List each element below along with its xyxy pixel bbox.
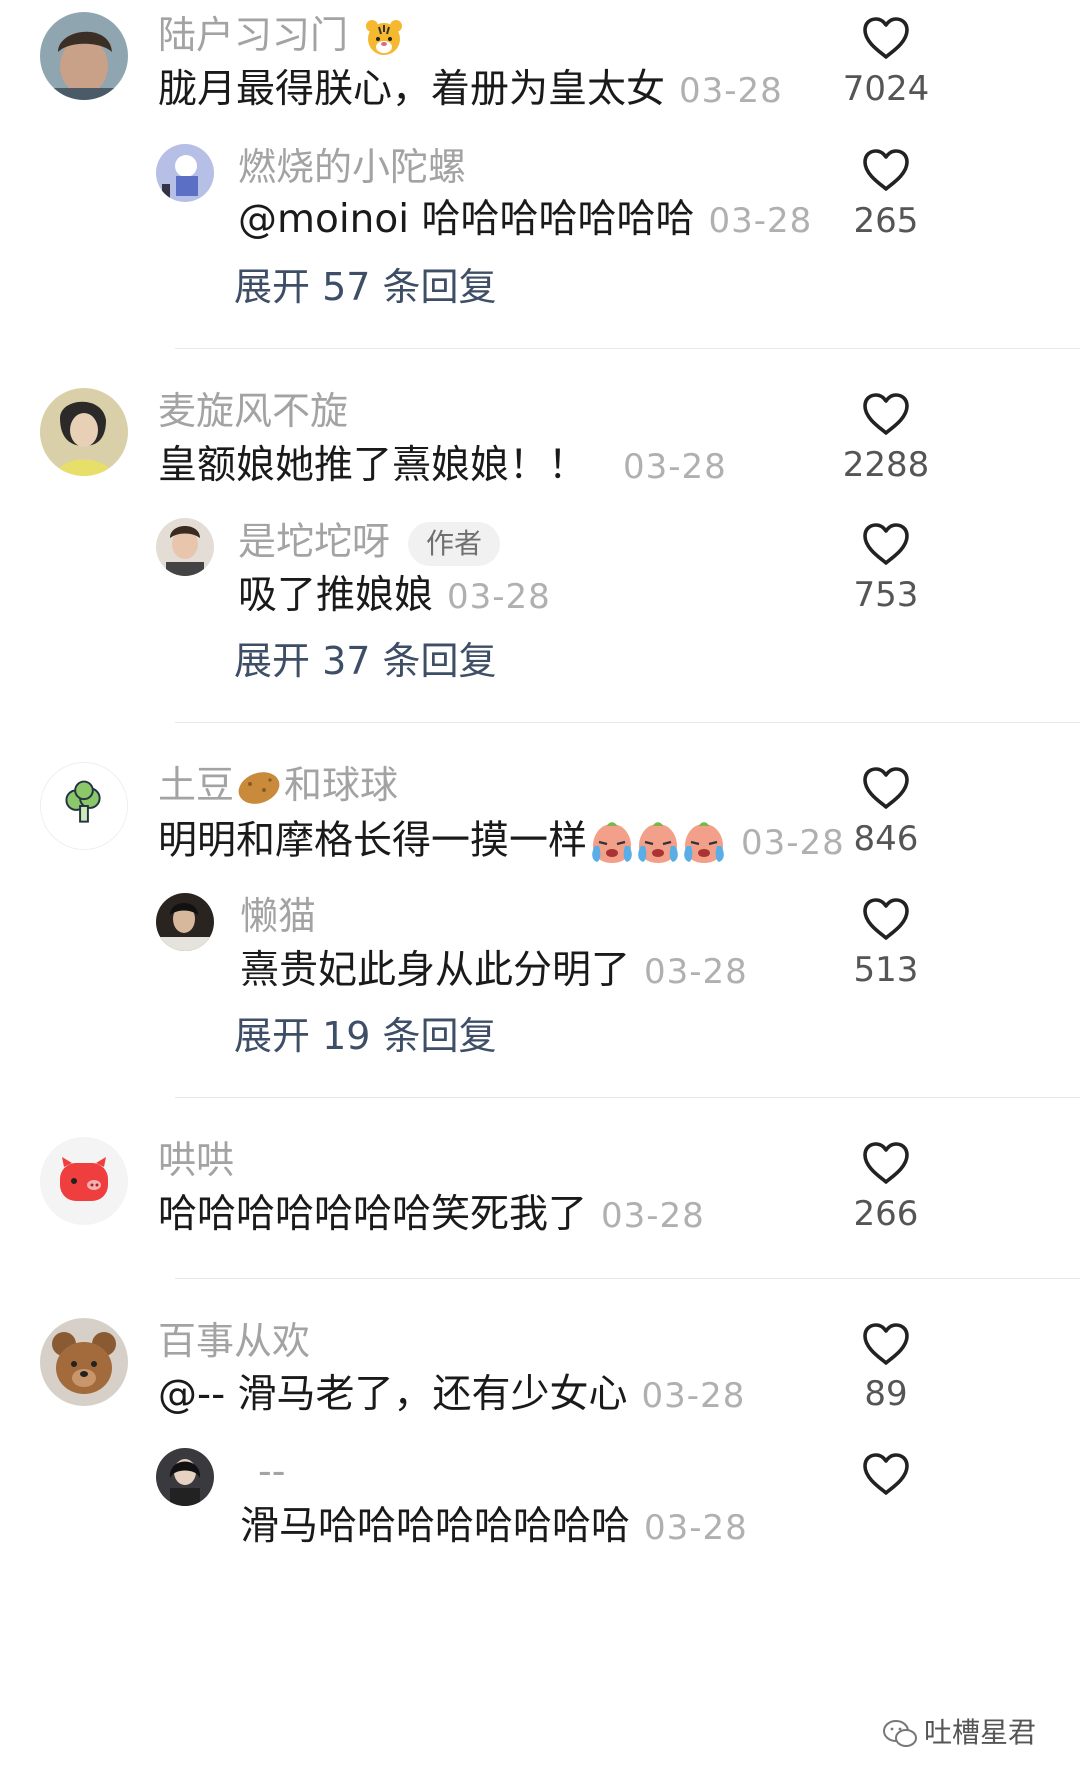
- reply-text: 吸了推娘娘 03-28: [238, 573, 551, 618]
- reply-text: @moinoi 哈哈哈哈哈哈哈 03-28: [238, 197, 813, 242]
- comment-text: 明明和摩格长得一摸一样 03-28: [158, 820, 845, 866]
- comment-username[interactable]: 陆户习习门: [158, 16, 404, 58]
- like-count: 265: [853, 201, 919, 241]
- reply-text: 滑马哈哈哈哈哈哈哈哈 03-28: [240, 1504, 748, 1549]
- avatar[interactable]: [40, 762, 128, 850]
- reply-username[interactable]: 是坨坨呀 作者: [238, 522, 501, 566]
- heart-icon[interactable]: [862, 1322, 910, 1366]
- like-count: 2288: [842, 445, 930, 485]
- crying-emoji-icon: [589, 820, 635, 866]
- comment-text: 胧月最得朕心，着册为皇太女 03-28: [158, 67, 783, 112]
- reply-username[interactable]: 懒猫: [240, 897, 316, 935]
- expand-replies-button[interactable]: 展开 19 条回复: [234, 1017, 497, 1055]
- heart-icon[interactable]: [862, 766, 910, 810]
- comment-date: 03-28: [641, 1376, 746, 1416]
- avatar[interactable]: [40, 388, 128, 476]
- comment-date: 03-28: [679, 71, 783, 111]
- comment-username[interactable]: 百事从欢: [158, 1322, 310, 1360]
- heart-icon[interactable]: [862, 1452, 910, 1496]
- divider: [175, 1097, 1080, 1098]
- heart-icon[interactable]: [862, 1141, 910, 1185]
- wechat-icon: [882, 1719, 918, 1749]
- divider: [175, 348, 1080, 349]
- like-count: 513: [853, 950, 919, 990]
- reply-date: 03-28: [708, 201, 813, 241]
- reply-date: 03-28: [447, 577, 551, 617]
- potato-emoji-icon: [236, 768, 282, 808]
- heart-icon[interactable]: [862, 16, 910, 60]
- like-count: 7024: [842, 69, 930, 109]
- watermark: 吐槽星君: [882, 1711, 1036, 1751]
- reply-username[interactable]: --: [258, 1452, 285, 1490]
- divider: [175, 1278, 1080, 1279]
- tiger-emoji-icon: [364, 18, 404, 58]
- reply-text: 熹贵妃此身从此分明了 03-28: [240, 948, 748, 993]
- comment-text: @-- 滑马老了，还有少女心 03-28: [158, 1372, 746, 1417]
- heart-icon[interactable]: [862, 897, 910, 941]
- reply-avatar[interactable]: [156, 518, 214, 576]
- reply-avatar[interactable]: [156, 1448, 214, 1506]
- divider: [175, 722, 1080, 723]
- avatar[interactable]: [40, 1318, 128, 1406]
- reply-avatar[interactable]: [156, 144, 214, 202]
- reply-date: 03-28: [644, 952, 748, 992]
- like-count: 846: [853, 819, 919, 859]
- author-badge: 作者: [408, 522, 501, 566]
- like-count: 753: [853, 575, 919, 615]
- avatar[interactable]: [40, 12, 128, 100]
- comment-username[interactable]: 哄哄: [158, 1141, 234, 1179]
- crying-emoji-icon: [681, 820, 727, 866]
- comment-username[interactable]: 麦旋风不旋: [158, 392, 348, 430]
- like-count: 89: [864, 1374, 908, 1414]
- comment-username[interactable]: 土豆 和球球: [158, 766, 398, 808]
- comment-text: 皇额娘她推了熹娘娘！！ 03-28: [158, 443, 727, 488]
- expand-replies-button[interactable]: 展开 57 条回复: [234, 268, 497, 306]
- crying-emoji-icon: [635, 820, 681, 866]
- heart-icon[interactable]: [862, 148, 910, 192]
- comment-text: 哈哈哈哈哈哈哈笑死我了 03-28: [158, 1192, 705, 1237]
- like-count: 266: [853, 1194, 919, 1234]
- reply-avatar[interactable]: [156, 893, 214, 951]
- reply-username[interactable]: 燃烧的小陀螺: [238, 148, 466, 186]
- avatar[interactable]: [40, 1137, 128, 1225]
- reply-date: 03-28: [644, 1508, 748, 1548]
- expand-replies-button[interactable]: 展开 37 条回复: [234, 642, 497, 680]
- heart-icon[interactable]: [862, 392, 910, 436]
- comment-date: 03-28: [601, 1196, 705, 1236]
- heart-icon[interactable]: [862, 522, 910, 566]
- comment-date: 03-28: [623, 447, 727, 487]
